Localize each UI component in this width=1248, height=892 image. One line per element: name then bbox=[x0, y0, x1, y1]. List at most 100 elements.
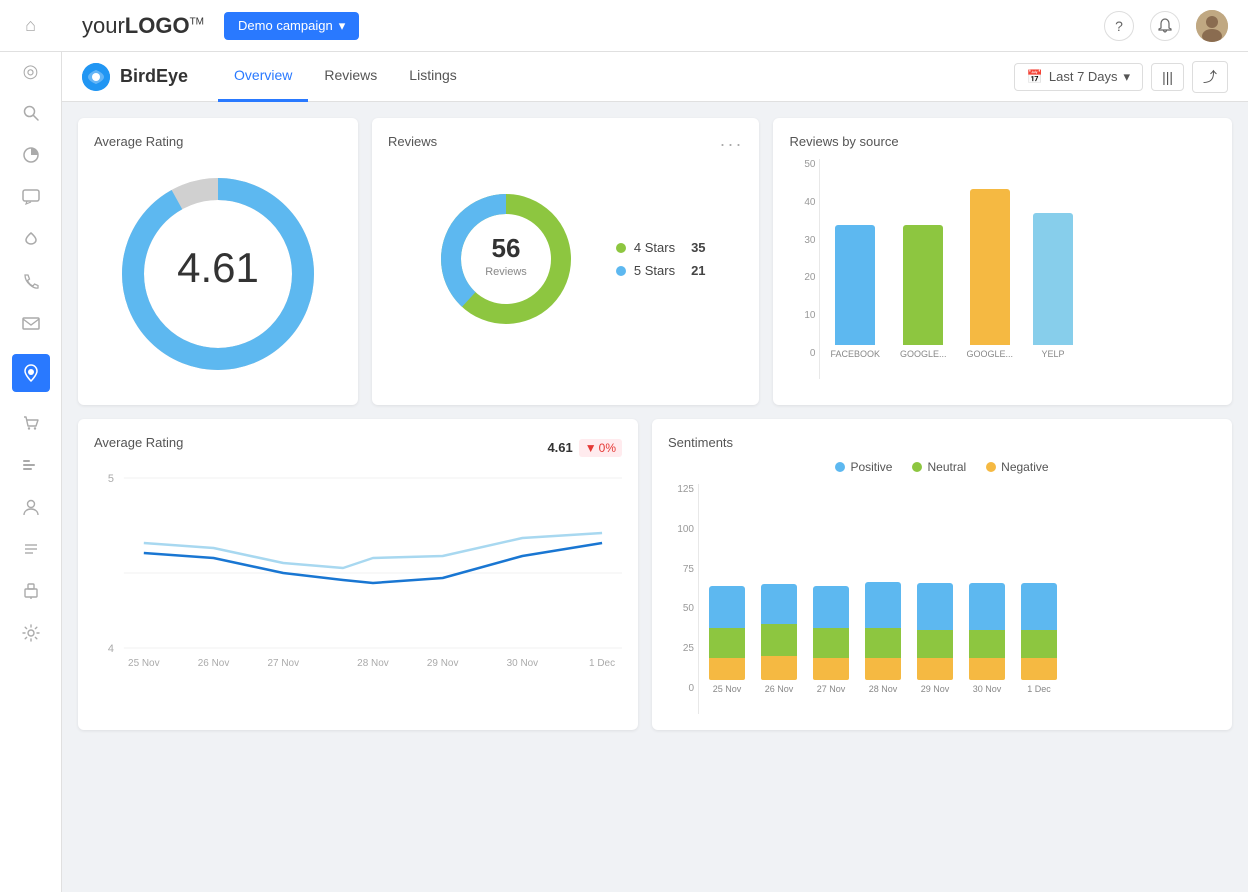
avg-rating-donut-container: 4.61 bbox=[94, 159, 342, 389]
nav-home-icon[interactable]: ⌂ bbox=[0, 0, 62, 52]
tab-overview[interactable]: Overview bbox=[218, 52, 308, 102]
brand-name: BirdEye bbox=[120, 66, 188, 87]
nav-analytics-icon[interactable]: ◎ bbox=[20, 60, 42, 82]
line-chart-header: Average Rating 4.61 ▼ 0% bbox=[94, 435, 622, 460]
bar-google1-bar bbox=[903, 225, 943, 345]
sent-y-50: 50 bbox=[683, 603, 694, 614]
bar-google1: GOOGLE... bbox=[900, 225, 947, 359]
demo-dropdown-icon: ▾ bbox=[339, 18, 346, 34]
nav-tasks-icon[interactable] bbox=[20, 538, 42, 560]
date-filter-button[interactable]: 📅 Last 7 Days ▾ bbox=[1014, 63, 1143, 91]
stacked-bar-25nov: 25 Nov bbox=[709, 586, 745, 694]
bar-yelp-label: YELP bbox=[1041, 349, 1064, 359]
chevron-down-icon: ▾ bbox=[1124, 69, 1131, 85]
stacked-bar-30nov: 30 Nov bbox=[969, 583, 1005, 694]
notifications-button[interactable] bbox=[1150, 11, 1180, 41]
change-arrow: ▼ bbox=[585, 441, 597, 455]
date-filter-label: Last 7 Days bbox=[1049, 69, 1118, 84]
topbar: yourLOGOTM Demo campaign ▾ ? bbox=[62, 0, 1248, 52]
bar-neutral bbox=[1021, 630, 1057, 658]
nav-monitor-icon[interactable] bbox=[20, 228, 42, 250]
legend-positive: Positive bbox=[835, 460, 892, 474]
x-label-29nov: 29 Nov bbox=[921, 684, 950, 694]
bar-negative bbox=[969, 658, 1005, 680]
y-label-40: 40 bbox=[804, 197, 815, 208]
sentiments-legend: Positive Neutral Negative bbox=[668, 460, 1216, 474]
share-button[interactable]: ⤴ bbox=[1192, 61, 1228, 93]
subheader-right: 📅 Last 7 Days ▾ ||| ⤴ bbox=[1014, 61, 1228, 93]
subheader: BirdEye Overview Reviews Listings 📅 Last… bbox=[62, 52, 1248, 102]
demo-campaign-button[interactable]: Demo campaign ▾ bbox=[224, 12, 359, 40]
bar-negative bbox=[709, 658, 745, 680]
bar-negative bbox=[865, 658, 901, 680]
bar-positive bbox=[969, 583, 1005, 630]
nav-location-icon[interactable] bbox=[12, 354, 50, 392]
svg-text:1 Dec: 1 Dec bbox=[589, 658, 615, 668]
bar-negative bbox=[813, 658, 849, 680]
avg-rating-value: 4.61 bbox=[177, 244, 259, 291]
positive-label: Positive bbox=[850, 460, 892, 474]
chart-icon: ||| bbox=[1162, 69, 1173, 85]
share-icon: ⤴ bbox=[1203, 69, 1217, 85]
avg-rating-card: Average Rating 4.61 bbox=[78, 118, 358, 405]
bar-positive bbox=[761, 584, 797, 624]
user-avatar[interactable] bbox=[1196, 10, 1228, 42]
nav-pie-icon[interactable] bbox=[20, 144, 42, 166]
nav-cart-icon[interactable] bbox=[20, 412, 42, 434]
sent-y-axis: 125 100 75 50 25 0 bbox=[668, 484, 698, 694]
y-label-30: 30 bbox=[804, 235, 815, 246]
bar-negative bbox=[1021, 658, 1057, 680]
main-wrapper: yourLOGOTM Demo campaign ▾ ? BirdEye bbox=[62, 0, 1248, 892]
avg-line-card: Average Rating 4.61 ▼ 0% bbox=[78, 419, 638, 730]
svg-text:29 Nov: 29 Nov bbox=[427, 658, 459, 668]
nav-search-icon[interactable] bbox=[20, 102, 42, 124]
sent-y-75: 75 bbox=[683, 564, 694, 575]
5star-value: 21 bbox=[691, 263, 705, 278]
x-label-25nov: 25 Nov bbox=[713, 684, 742, 694]
nav-chat-icon[interactable] bbox=[20, 186, 42, 208]
bar-neutral bbox=[865, 628, 901, 658]
reviews-more-button[interactable]: ··· bbox=[719, 134, 743, 155]
by-source-chart: 50 40 30 20 10 0 FACEBOOK bbox=[789, 159, 1216, 379]
svg-text:25 Nov: 25 Nov bbox=[128, 658, 160, 668]
nav-person-icon[interactable] bbox=[20, 496, 42, 518]
nav-phone-icon[interactable] bbox=[20, 270, 42, 292]
nav-tabs: Overview Reviews Listings bbox=[218, 52, 473, 102]
5star-label: 5 Stars bbox=[634, 263, 675, 278]
nav-mail-icon[interactable] bbox=[20, 312, 42, 334]
x-label-26nov: 26 Nov bbox=[765, 684, 794, 694]
bar-facebook: FACEBOOK bbox=[830, 225, 880, 359]
bar-neutral bbox=[813, 628, 849, 658]
content-area: Average Rating 4.61 Reviews bbox=[62, 102, 1248, 892]
neutral-dot bbox=[912, 462, 922, 472]
negative-dot bbox=[986, 462, 996, 472]
rating-val: 4.61 bbox=[547, 440, 572, 455]
by-source-title: Reviews by source bbox=[789, 134, 1216, 149]
tab-reviews[interactable]: Reviews bbox=[308, 52, 393, 102]
help-button[interactable]: ? bbox=[1104, 11, 1134, 41]
neutral-label: Neutral bbox=[927, 460, 966, 474]
nav-plugin-icon[interactable] bbox=[20, 580, 42, 602]
reviews-card: Reviews ··· 56 Reviews bbox=[372, 118, 759, 405]
logo: yourLOGOTM bbox=[82, 13, 204, 39]
tab-listings[interactable]: Listings bbox=[393, 52, 472, 102]
x-label-28nov: 28 Nov bbox=[869, 684, 898, 694]
avg-line-title: Average Rating bbox=[94, 435, 183, 450]
calendar-icon: 📅 bbox=[1027, 69, 1043, 85]
change-pct: 0% bbox=[599, 441, 616, 455]
bar-google2: GOOGLE... bbox=[966, 189, 1013, 359]
bottom-row: Average Rating 4.61 ▼ 0% bbox=[78, 419, 1232, 730]
nav-barlist-icon[interactable] bbox=[20, 454, 42, 476]
brand-area: BirdEye bbox=[82, 63, 188, 91]
bar-positive bbox=[917, 583, 953, 630]
stacked-bar-26nov: 26 Nov bbox=[761, 584, 797, 694]
sent-y-125: 125 bbox=[677, 484, 694, 495]
nav-settings-icon[interactable] bbox=[20, 622, 42, 644]
reviews-donut: 56 Reviews bbox=[426, 179, 586, 339]
bar-negative bbox=[761, 656, 797, 680]
chart-view-button[interactable]: ||| bbox=[1151, 63, 1184, 91]
y-label-10: 10 bbox=[804, 310, 815, 321]
reviews-by-source-card: Reviews by source 50 40 30 20 10 0 bbox=[773, 118, 1232, 405]
svg-text:28 Nov: 28 Nov bbox=[357, 658, 389, 668]
x-label-27nov: 27 Nov bbox=[817, 684, 846, 694]
